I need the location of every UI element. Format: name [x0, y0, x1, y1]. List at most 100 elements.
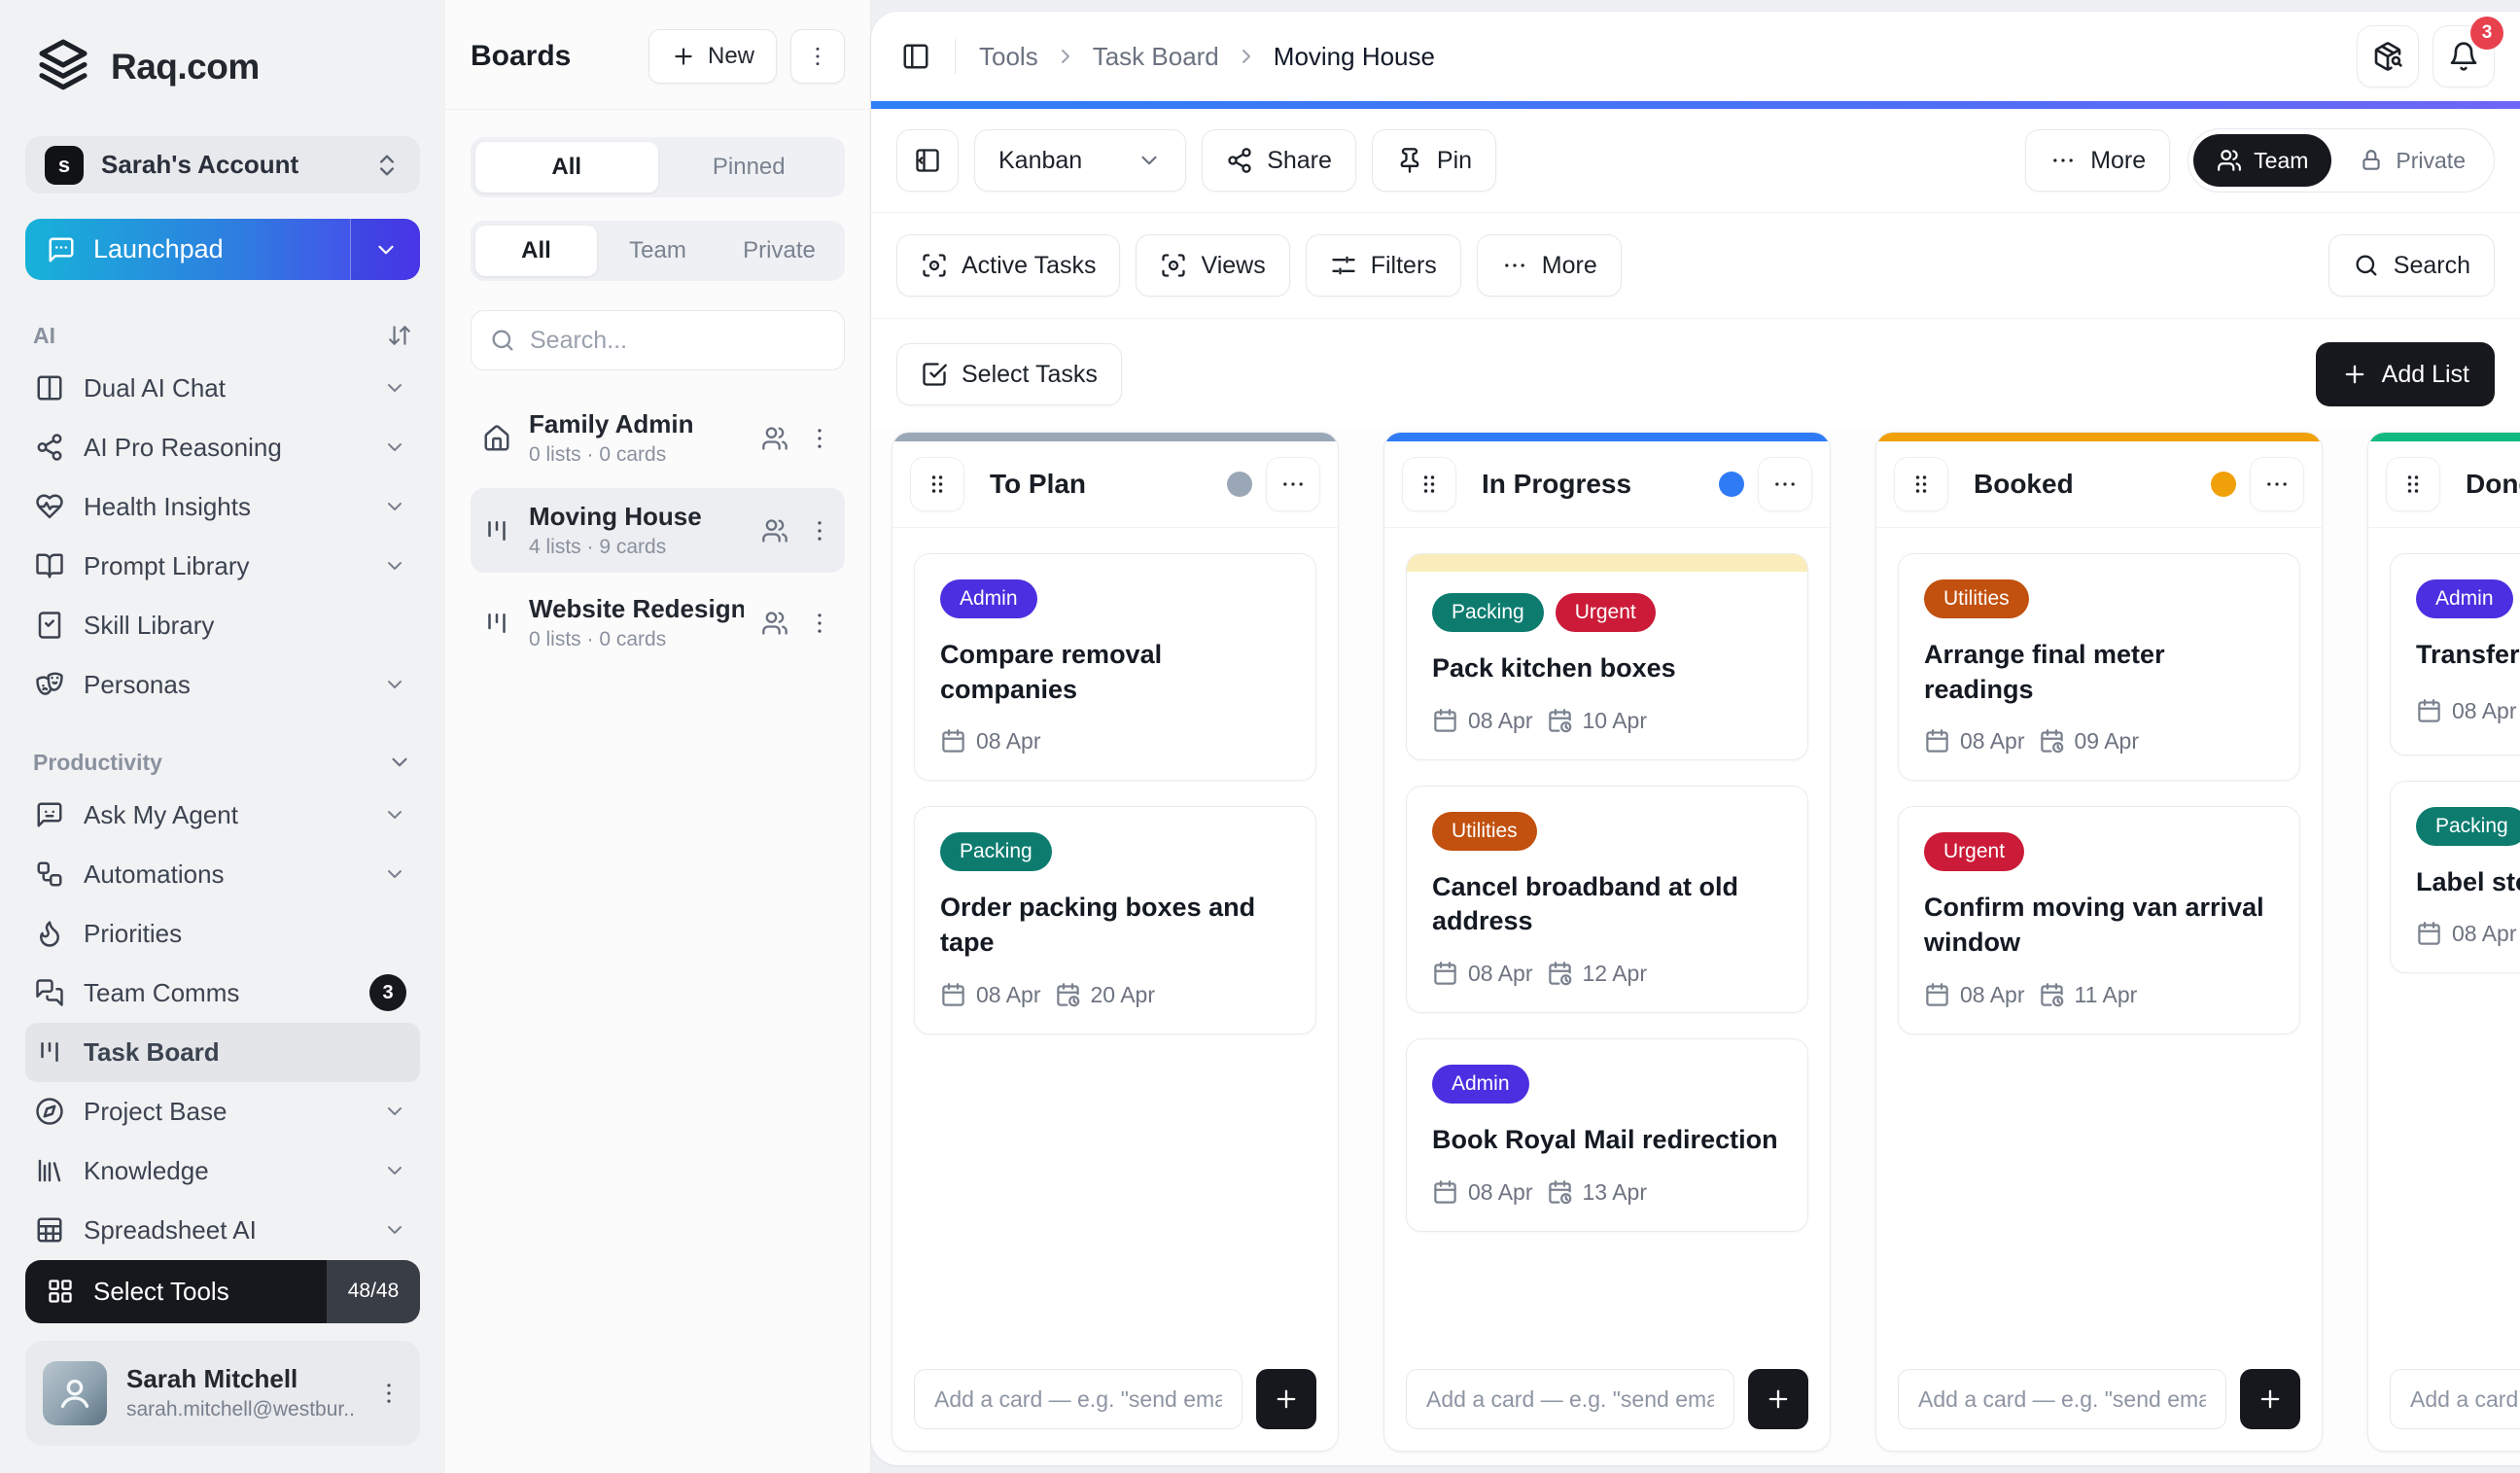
active-tasks-button[interactable]: Active Tasks	[896, 234, 1121, 297]
tab-pinned-boards[interactable]: Pinned	[658, 142, 841, 193]
sidebar-item-ask-my-agent[interactable]: Ask My Agent	[25, 786, 420, 845]
chevron-down-icon[interactable]	[387, 750, 412, 775]
select-tools-button[interactable]: Select Tools 48/48	[25, 1259, 420, 1323]
sidebar-item-dual-ai-chat[interactable]: Dual AI Chat	[25, 359, 420, 418]
task-card[interactable]: Packing Urgent Pack kitchen boxes 08 Apr	[1406, 553, 1808, 760]
filters-button[interactable]: Filters	[1305, 234, 1461, 297]
column-header: In Progress	[1384, 441, 1830, 527]
select-tools-main[interactable]: Select Tools	[25, 1259, 327, 1323]
sidebar-item-team-comms[interactable]: Team Comms 3	[25, 964, 420, 1023]
panel-collapse-icon	[914, 147, 941, 174]
select-tasks-button[interactable]: Select Tasks	[896, 343, 1122, 405]
visibility-team-option[interactable]: Team	[2193, 134, 2332, 187]
sidebar-item-task-board[interactable]: Task Board	[25, 1022, 420, 1082]
task-card[interactable]: Utilities Cancel broadband at old addres…	[1406, 785, 1808, 1013]
add-card-input[interactable]	[1898, 1369, 2226, 1429]
user-profile-card[interactable]: Sarah Mitchell sarah.mitchell@westbur...	[25, 1340, 420, 1446]
kebab-menu-icon[interactable]	[806, 425, 833, 452]
column-menu-button[interactable]	[2250, 457, 2304, 511]
add-card-button[interactable]	[1256, 1369, 1316, 1429]
kebab-menu-icon[interactable]	[806, 517, 833, 544]
column-title[interactable]: In Progress	[1470, 461, 1705, 508]
task-card[interactable]: Admin Compare removal companies 08 Apr	[914, 553, 1316, 782]
launchpad-main[interactable]: Launchpad	[25, 219, 350, 280]
sidebar-item-priorities[interactable]: Priorities	[25, 904, 420, 964]
more-button[interactable]: More	[2025, 129, 2171, 192]
sidebar-item-skill-library[interactable]: Skill Library	[25, 596, 420, 655]
drag-handle[interactable]	[2386, 457, 2440, 511]
add-card-input[interactable]	[914, 1369, 1242, 1429]
sidebar-item-personas[interactable]: Personas	[25, 655, 420, 715]
column-menu-button[interactable]	[1266, 457, 1320, 511]
drag-handle[interactable]	[1894, 457, 1948, 511]
sidebar-item-ai-pro-reasoning[interactable]: AI Pro Reasoning	[25, 418, 420, 477]
views-button[interactable]: Views	[1136, 234, 1290, 297]
column-title[interactable]: Done	[2454, 461, 2520, 508]
collapse-panel-button[interactable]	[896, 129, 959, 192]
add-card-input[interactable]	[2390, 1369, 2520, 1429]
sidebar-item-prompt-library[interactable]: Prompt Library	[25, 537, 420, 596]
filter-tab-all[interactable]: All	[475, 226, 597, 276]
share-button[interactable]: Share	[1202, 129, 1356, 192]
board-meta: 0 lists · 0 cards	[529, 628, 667, 650]
messages-icon	[35, 978, 64, 1007]
account-switcher[interactable]: s Sarah's Account	[25, 136, 420, 194]
columns-icon	[35, 373, 64, 403]
board-item-family-admin[interactable]: Family Admin 0 lists · 0 cards	[471, 396, 845, 480]
breadcrumb-tools[interactable]: Tools	[979, 42, 1038, 72]
column-menu-button[interactable]	[1758, 457, 1812, 511]
book-open-icon	[35, 551, 64, 580]
column-title[interactable]: To Plan	[978, 461, 1213, 508]
due-date-text: 13 Apr	[1582, 1178, 1648, 1205]
topbar: Tools Task Board Moving House 3	[871, 12, 2520, 101]
sidebar-item-automations[interactable]: Automations	[25, 845, 420, 904]
notifications-button[interactable]: 3	[2432, 17, 2503, 88]
task-card[interactable]: Admin Transfer c 08 Apr	[2390, 553, 2520, 755]
sidebar-item-knowledge[interactable]: Knowledge	[25, 1141, 420, 1201]
add-card-input[interactable]	[1406, 1369, 1734, 1429]
package-search-icon	[2372, 41, 2403, 72]
start-date: 08 Apr	[940, 728, 1041, 754]
view-mode-select[interactable]: Kanban	[974, 129, 1187, 192]
chevron-right-icon	[1235, 45, 1258, 68]
kebab-menu-icon[interactable]	[806, 610, 833, 637]
column-accent	[1876, 433, 2322, 441]
sidebar-item-project-base[interactable]: Project Base	[25, 1082, 420, 1141]
new-board-button[interactable]: New	[648, 29, 777, 84]
board-search-button[interactable]: Search	[2328, 234, 2495, 297]
accent-gradient-bar	[871, 101, 2520, 109]
kebab-menu-icon[interactable]	[375, 1380, 402, 1407]
drag-handle[interactable]	[1402, 457, 1456, 511]
boards-search-input[interactable]	[530, 326, 843, 355]
pin-label: Pin	[1436, 146, 1473, 174]
sort-icon[interactable]	[387, 323, 412, 348]
task-card[interactable]: Urgent Confirm moving van arrival window…	[1898, 806, 2300, 1035]
tag-row: Urgent	[1924, 832, 2274, 872]
task-card[interactable]: Utilities Arrange final meter readings 0…	[1898, 553, 2300, 782]
filter-tab-team[interactable]: Team	[597, 226, 718, 276]
add-list-button[interactable]: Add List	[2315, 342, 2495, 406]
drag-handle[interactable]	[910, 457, 964, 511]
tab-all-boards[interactable]: All	[475, 142, 658, 193]
add-card-button[interactable]	[1748, 1369, 1808, 1429]
sidebar-item-health-insights[interactable]: Health Insights	[25, 477, 420, 537]
sidebar-item-spreadsheet-ai[interactable]: Spreadsheet AI	[25, 1201, 420, 1260]
board-item-website-redesign[interactable]: Website Redesign Ta... 0 lists · 0 cards	[471, 580, 845, 665]
breadcrumb-task-board[interactable]: Task Board	[1093, 42, 1219, 72]
visibility-private-option[interactable]: Private	[2335, 134, 2489, 187]
column-title[interactable]: Booked	[1962, 461, 2197, 508]
task-card[interactable]: Packing Order packing boxes and tape 08 …	[914, 806, 1316, 1035]
package-search-button[interactable]	[2357, 25, 2419, 88]
add-card-button[interactable]	[2240, 1369, 2300, 1429]
task-card[interactable]: Admin Book Royal Mail redirection 08 Apr…	[1406, 1037, 1808, 1232]
pin-button[interactable]: Pin	[1371, 129, 1497, 192]
task-card[interactable]: Packing Label stor 08 Apr	[2390, 780, 2520, 974]
sidebar-toggle-button[interactable]	[894, 35, 937, 78]
filter-tab-private[interactable]: Private	[718, 226, 840, 276]
launchpad-expand[interactable]	[350, 219, 420, 280]
start-date-text: 08 Apr	[976, 981, 1041, 1007]
filters-more-button[interactable]: More	[1476, 234, 1622, 297]
boards-more-button[interactable]	[790, 29, 845, 84]
board-item-moving-house[interactable]: Moving House 4 lists · 9 cards	[471, 488, 845, 573]
launchpad-button[interactable]: Launchpad	[25, 219, 420, 280]
